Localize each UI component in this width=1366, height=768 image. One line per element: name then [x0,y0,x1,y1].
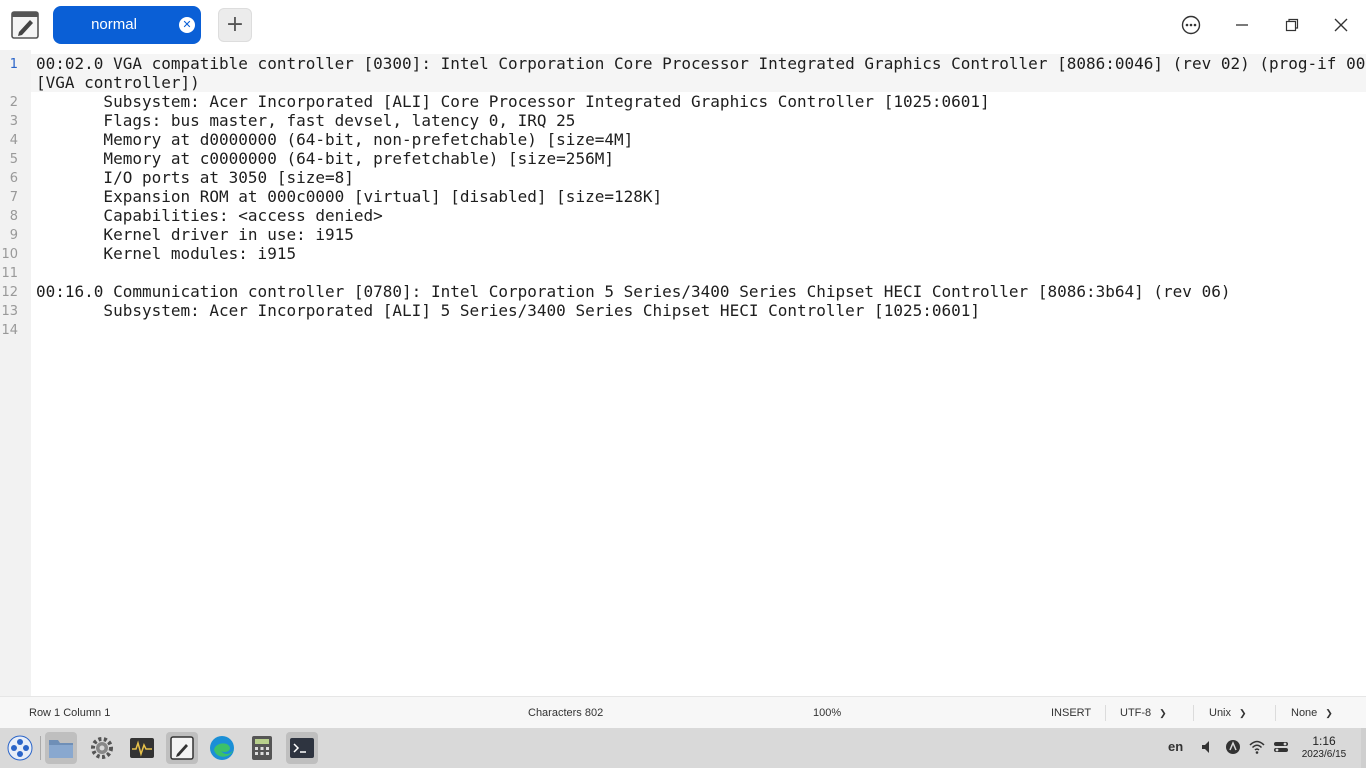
cursor-position: Row 1 Column 1 [29,707,111,719]
code-line[interactable]: I/O ports at 3050 [size=8] [36,168,1362,187]
encoding-label: UTF-8 [1120,707,1152,719]
encoding-selector[interactable]: UTF-8 ❯ [1120,707,1167,719]
launcher-icon[interactable] [4,732,36,764]
code-line-wrapped[interactable]: [VGA controller]) [36,73,1362,92]
line-number: 8 [9,209,18,224]
close-icon[interactable]: ✕ [179,17,195,33]
more-options-icon[interactable] [1176,10,1206,40]
code-line[interactable]: 00:02.0 VGA compatible controller [0300]… [36,54,1365,73]
minimize-icon[interactable] [1227,10,1257,40]
tab-normal[interactable]: normal ✕ [53,6,201,44]
line-ending-label: Unix [1209,707,1232,719]
title-bar: normal ✕ + [0,0,1366,50]
status-bar: Row 1 Column 1 Characters 802 100% INSER… [0,696,1366,729]
system-monitor-icon[interactable] [126,732,158,764]
zoom-level[interactable]: 100% [813,707,841,719]
chevron-down-icon: ❯ [1239,708,1247,718]
code-line[interactable]: Kernel driver in use: i915 [36,225,1362,244]
line-number: 12 [1,285,18,300]
code-line[interactable]: Memory at d0000000 (64-bit, non-prefetch… [36,130,1362,149]
divider [40,736,41,760]
syntax-highlight-selector[interactable]: None ❯ [1291,707,1333,719]
notification-toggle-icon[interactable] [1273,739,1289,759]
taskbar: en 1:16 2023/6/15 [0,728,1366,768]
clock[interactable]: 1:16 2023/6/15 [1294,734,1354,761]
tab-label: normal [91,16,137,33]
line-number: 10 [1,247,18,262]
browser-icon[interactable] [206,732,238,764]
show-desktop-button[interactable] [1361,728,1366,768]
code-line[interactable]: Memory at c0000000 (64-bit, prefetchable… [36,149,1362,168]
line-number: 6 [9,171,18,186]
privacy-icon[interactable] [1225,739,1241,759]
restore-icon[interactable] [1277,10,1307,40]
code-line[interactable]: Capabilities: <access denied> [36,206,1362,225]
code-line[interactable]: Subsystem: Acer Incorporated [ALI] 5 Ser… [36,301,1362,320]
code-line[interactable]: Expansion ROM at 000c0000 [virtual] [dis… [36,187,1362,206]
clock-time: 1:16 [1312,734,1336,748]
terminal-icon[interactable] [286,732,318,764]
divider [1105,705,1106,721]
highlight-label: None [1291,707,1318,719]
clock-date: 2023/6/15 [1301,749,1347,760]
volume-icon[interactable] [1200,739,1216,759]
wifi-icon[interactable] [1249,739,1265,759]
calculator-icon[interactable] [246,732,278,764]
code-line[interactable]: 00:16.0 Communication controller [0780]:… [36,282,1362,301]
code-line[interactable]: Flags: bus master, fast devsel, latency … [36,111,1362,130]
line-number: 14 [1,323,18,338]
text-editor-icon[interactable] [166,732,198,764]
chevron-down-icon: ❯ [1159,708,1167,718]
line-number: 7 [9,190,18,205]
line-number: 2 [9,95,18,110]
line-ending-selector[interactable]: Unix ❯ [1209,707,1247,719]
line-number: 9 [9,228,18,243]
character-count: Characters 802 [528,707,604,719]
divider [1193,705,1194,721]
line-number: 11 [1,266,18,281]
line-number: 3 [9,114,18,129]
code-line[interactable]: Kernel modules: i915 [36,244,1362,263]
line-number: 1 [9,57,18,72]
file-manager-icon[interactable] [45,732,77,764]
line-number: 5 [9,152,18,167]
line-number: 13 [1,304,18,319]
editor-area[interactable]: 1 2 3 4 5 6 7 8 9 10 11 12 13 14 00:02.0… [0,50,1366,696]
line-number: 4 [9,133,18,148]
chevron-down-icon: ❯ [1325,708,1333,718]
divider [1275,705,1276,721]
code-line[interactable]: Subsystem: Acer Incorporated [ALI] Core … [36,92,1362,111]
add-tab-button[interactable]: + [218,8,252,42]
close-window-icon[interactable] [1326,10,1356,40]
settings-icon[interactable] [86,732,118,764]
input-mode[interactable]: INSERT [1051,707,1091,719]
keyboard-layout-indicator[interactable]: en [1168,739,1183,754]
text-editor-app-icon[interactable] [10,10,40,40]
